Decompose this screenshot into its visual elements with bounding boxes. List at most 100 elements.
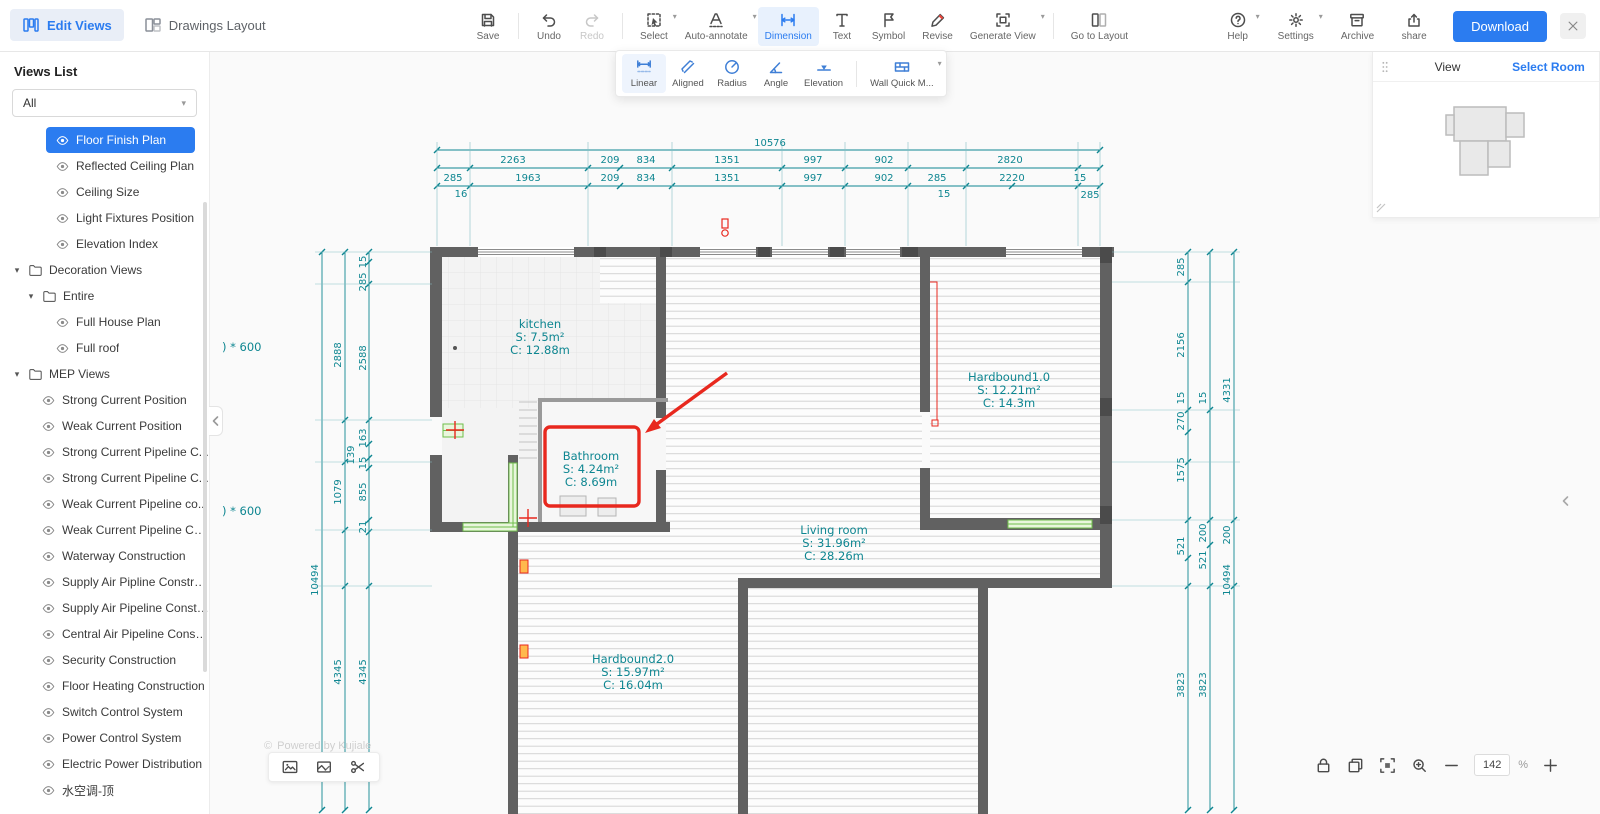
eye-icon[interactable] (42, 706, 55, 719)
eye-icon[interactable] (42, 758, 55, 771)
sidebar-item-light-fixtures-position[interactable]: Light Fixtures Position (0, 205, 209, 231)
caret-down-icon[interactable]: ▾ (26, 291, 36, 302)
sidebar-item-elevation-index[interactable]: Elevation Index (0, 231, 209, 257)
eye-icon[interactable] (42, 498, 55, 511)
eye-icon[interactable] (42, 654, 55, 667)
snapshot-icon[interactable] (315, 758, 333, 776)
dim-tool-angle[interactable]: Angle (754, 54, 798, 93)
sidebar-item-supply-air-pipline-constru[interactable]: Supply Air Pipline Constru... (0, 569, 209, 595)
eye-icon[interactable] (42, 680, 55, 693)
dim-tool-elevation[interactable]: Elevation (798, 54, 849, 93)
sidebar-item-ceiling-size[interactable]: Ceiling Size (0, 179, 209, 205)
tool-settings[interactable]: ▾ Settings (1271, 7, 1323, 46)
eye-icon[interactable] (42, 628, 55, 641)
sidebar-item-central-air-pipeline-constr[interactable]: Central Air Pipeline Constr... (0, 621, 209, 647)
eye-icon[interactable] (42, 550, 55, 563)
zoom-in-button[interactable] (1541, 756, 1560, 775)
eye-icon[interactable] (56, 212, 69, 225)
caret-down-icon[interactable]: ▾ (12, 265, 22, 276)
tool-go-to-layout[interactable]: Go to Layout (1064, 7, 1135, 46)
eye-icon[interactable] (56, 238, 69, 251)
dim-tool-radius[interactable]: Radius (710, 54, 754, 93)
sidebar-item-waterway-construction[interactable]: Waterway Construction (0, 543, 209, 569)
eye-icon[interactable] (42, 394, 55, 407)
dimension-text: 1351 (714, 173, 739, 184)
dim-tool-wall-quick-m[interactable]: ▾ Wall Quick M... (864, 54, 942, 93)
sidebar-item-strong-current-pipeline-c[interactable]: Strong Current Pipeline C... (0, 439, 209, 465)
sidebar-item-electric-power-distribution[interactable]: Electric Power Distribution (0, 751, 209, 777)
fit-screen-icon[interactable] (1378, 756, 1397, 775)
zoom-input[interactable]: 142 (1474, 754, 1511, 776)
minimap[interactable] (1373, 82, 1599, 216)
tool-text[interactable]: Text (822, 7, 862, 46)
tab-drawings-layout[interactable]: Drawings Layout (132, 9, 278, 41)
tool-select[interactable]: ▾ Select (633, 7, 677, 46)
eye-icon[interactable] (56, 134, 69, 147)
eye-icon[interactable] (56, 342, 69, 355)
tab-edit-views[interactable]: Edit Views (10, 9, 124, 41)
sidebar-item-mep-views[interactable]: ▾ MEP Views (0, 361, 209, 387)
tool-undo[interactable]: Undo (529, 7, 569, 46)
eye-icon[interactable] (42, 732, 55, 745)
tool-help[interactable]: ▾ Help (1218, 7, 1259, 46)
sidebar-item-supply-air-pipeline-constr[interactable]: Supply Air Pipeline Constr... (0, 595, 209, 621)
eye-icon[interactable] (56, 160, 69, 173)
sidebar-collapse-button[interactable] (209, 406, 223, 436)
tab-select-room[interactable]: Select Room (1498, 60, 1599, 74)
download-button[interactable]: Download (1453, 10, 1547, 42)
eye-icon[interactable] (42, 420, 55, 433)
tab-view[interactable]: View (1397, 60, 1498, 74)
caret-down-icon[interactable]: ▾ (12, 369, 22, 380)
generate-view-icon (994, 11, 1012, 29)
photo-icon[interactable] (281, 758, 299, 776)
tool-generate-view[interactable]: ▾ Generate View (963, 7, 1045, 46)
sidebar-item-floor-finish-plan[interactable]: Floor Finish Plan (46, 127, 195, 153)
drag-handle-icon[interactable] (1373, 60, 1397, 74)
sidebar-item-reflected-ceiling-plan[interactable]: Reflected Ceiling Plan (0, 153, 209, 179)
layers-icon[interactable] (1346, 756, 1365, 775)
sidebar-item-strong-current-pipeline-c[interactable]: Strong Current Pipeline C... (0, 465, 209, 491)
eye-icon[interactable] (42, 602, 55, 615)
sidebar-item-security-construction[interactable]: Security Construction (0, 647, 209, 673)
sidebar-item-水空调-顶[interactable]: 水空调-顶 (0, 777, 209, 803)
dim-tool-linear[interactable]: Linear (622, 54, 666, 93)
lock-icon[interactable] (1314, 756, 1333, 775)
eye-icon[interactable] (42, 472, 55, 485)
eye-icon[interactable] (42, 524, 55, 537)
tool-symbol[interactable]: Symbol (865, 7, 912, 46)
sidebar-item-strong-current-position[interactable]: Strong Current Position (0, 387, 209, 413)
eye-icon[interactable] (56, 316, 69, 329)
eye-icon[interactable] (42, 446, 55, 459)
eye-icon[interactable] (56, 186, 69, 199)
sidebar-item-weak-current-pipeline-co[interactable]: Weak Current Pipeline co... (0, 491, 209, 517)
sidebar-item-full-roof[interactable]: Full roof (0, 335, 209, 361)
tool-auto-annotate[interactable]: ▾ Auto-annotate (678, 7, 757, 46)
sidebar-item-switch-control-system[interactable]: Switch Control System (0, 699, 209, 725)
zoom-area-icon[interactable] (1410, 756, 1429, 775)
tool-revise[interactable]: Revise (915, 7, 960, 46)
sidebar-item-power-control-system[interactable]: Power Control System (0, 725, 209, 751)
sidebar-item-full-house-plan[interactable]: Full House Plan (0, 309, 209, 335)
sidebar-item-entire[interactable]: ▾ Entire (0, 283, 209, 309)
sidebar-item-floor-heating-construction[interactable]: Floor Heating Construction (0, 673, 209, 699)
close-button[interactable] (1560, 13, 1586, 39)
tool-archive[interactable]: Archive (1334, 7, 1381, 46)
sidebar-item-weak-current-position[interactable]: Weak Current Position (0, 413, 209, 439)
eye-icon[interactable] (42, 576, 55, 589)
eye-icon[interactable] (42, 784, 55, 797)
tool-save[interactable]: Save (468, 7, 508, 46)
views-filter-select[interactable]: All ▾ (12, 89, 197, 117)
sidebar-scrollbar[interactable] (203, 202, 207, 672)
chevron-down-icon: ▾ (1318, 11, 1323, 21)
resize-handle[interactable] (1376, 203, 1386, 213)
chevron-down-icon: ▾ (672, 11, 677, 21)
tool-redo[interactable]: Redo (572, 7, 612, 46)
sidebar-item-decoration-views[interactable]: ▾ Decoration Views (0, 257, 209, 283)
sidebar-item-weak-current-pipeline-co[interactable]: Weak Current Pipeline Co... (0, 517, 209, 543)
tool-dimension[interactable]: Dimension (757, 6, 819, 46)
tool-share[interactable]: share (1394, 7, 1434, 46)
scissors-icon[interactable] (349, 758, 367, 776)
zoom-out-button[interactable] (1442, 756, 1461, 775)
dim-tool-aligned[interactable]: Aligned (666, 54, 710, 93)
panel-expand-button[interactable] (1560, 494, 1572, 512)
